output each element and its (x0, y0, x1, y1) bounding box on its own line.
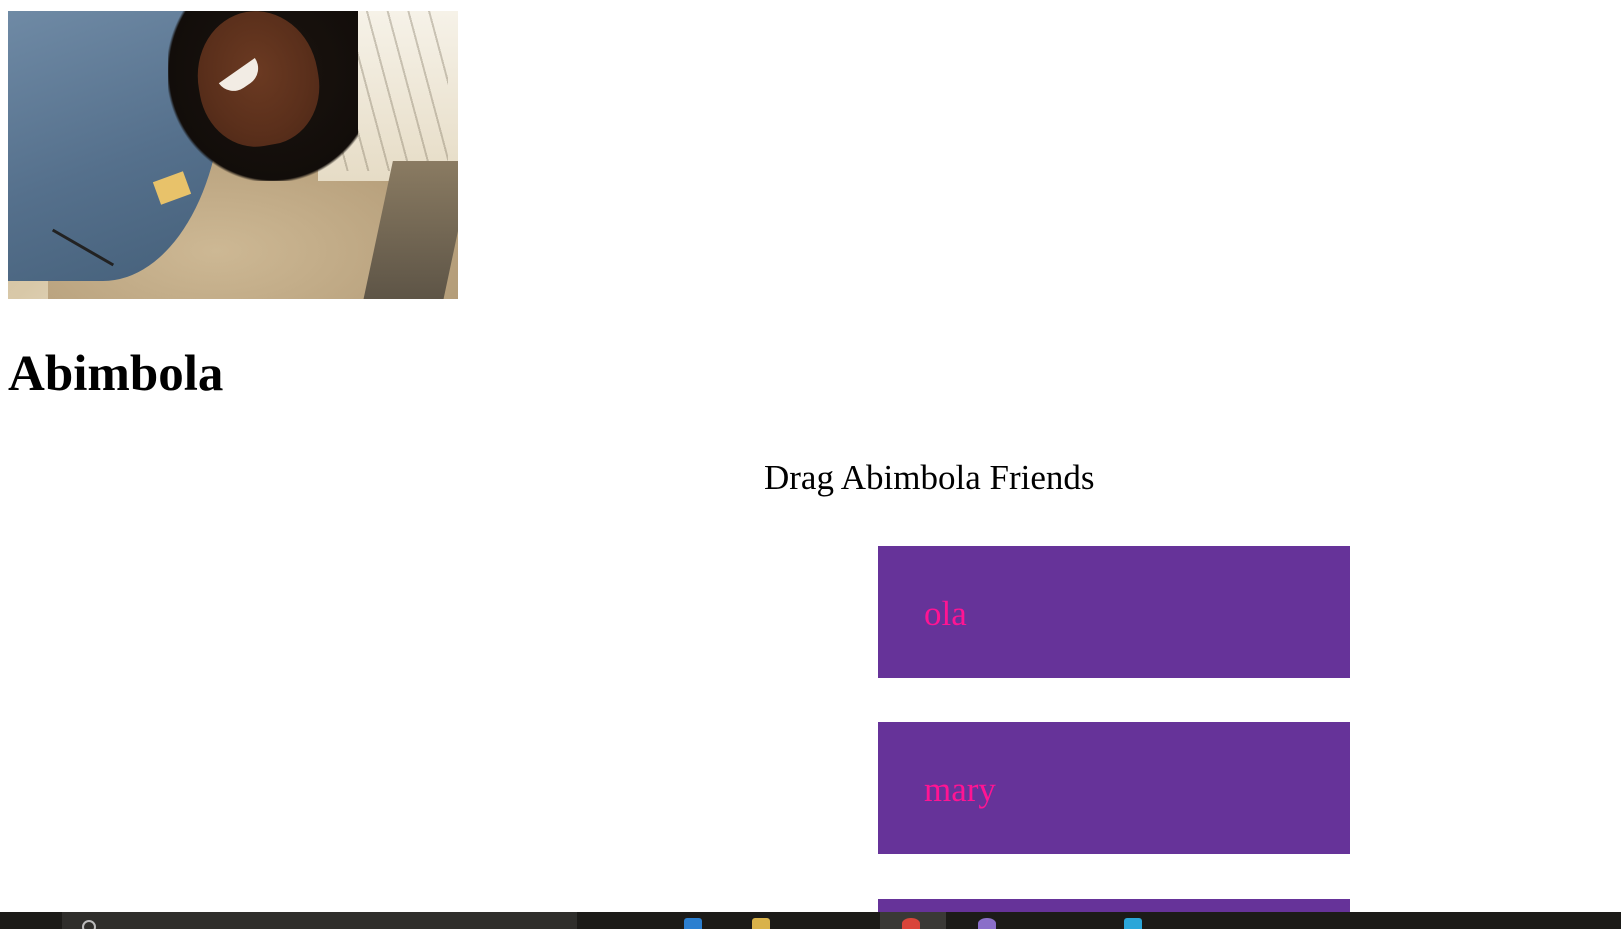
friend-label: mary (924, 770, 996, 809)
chrome-icon[interactable] (902, 918, 920, 929)
file-explorer-icon[interactable] (752, 918, 770, 929)
vscode-icon[interactable] (1124, 918, 1142, 929)
search-icon[interactable] (82, 920, 96, 929)
profile-name: Abimbola (8, 346, 224, 402)
photos-icon[interactable] (978, 918, 996, 929)
edge-icon[interactable] (684, 918, 702, 929)
taskbar (0, 912, 1621, 929)
friend-label: ola (924, 594, 967, 633)
friends-heading: Drag Abimbola Friends (764, 458, 1095, 497)
friend-card-ola[interactable]: ola (878, 546, 1350, 678)
friend-card-mary[interactable]: mary (878, 722, 1350, 854)
profile-photo (8, 11, 458, 299)
taskbar-search-box[interactable] (62, 912, 577, 929)
